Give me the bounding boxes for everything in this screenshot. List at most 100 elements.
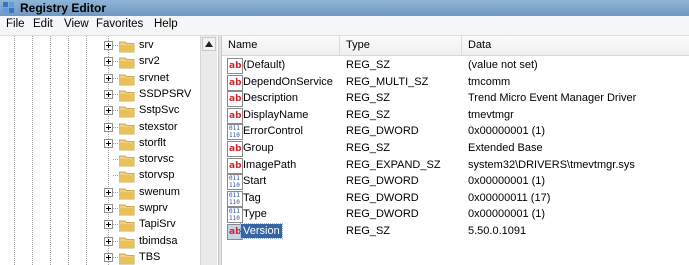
column-data[interactable]: Data [462,36,689,55]
values-list[interactable]: Name Type Data ab (Default) REG_SZ (value n… [222,36,689,265]
tree-item-label: srv2 [139,55,160,68]
value-row[interactable]: ab Description REG_SZ Trend Micro Event Man… [222,90,689,108]
value-type: REG_SZ [346,59,391,71]
expand-icon[interactable] [104,220,113,230]
tree-item-label: tbimdsa [139,234,178,247]
string-value-icon: ab [227,157,243,174]
tree-item-label: storvsc [139,153,174,166]
folder-icon [119,188,135,200]
menu-edit[interactable]: Edit [33,18,53,30]
key-tree[interactable]: srv srv2 srvnet SSDPSRV SstpSvc stexstor storf… [0,36,218,265]
tree-item-label: swprv [139,202,168,214]
folder-icon [119,253,135,265]
folder-icon [119,171,135,183]
value-row[interactable]: ab (Default) REG_SZ (value not set) [222,57,689,75]
expand-icon[interactable] [104,204,113,213]
tree-item-label: SSDPSRV [139,87,192,100]
value-name: Description [243,92,299,105]
binary-value-icon: 011 110 [227,124,243,141]
value-data: 0x00000011 (17) [468,191,551,204]
value-row[interactable]: 011 110 Start REG_DWORD 0x00000001 (1) [222,173,689,191]
expand-icon[interactable] [104,252,113,262]
value-name: Version [240,223,283,239]
string-value-icon: ab [227,107,243,124]
tree-item[interactable]: TBS [0,249,200,265]
value-type: REG_SZ [346,142,391,154]
value-row[interactable]: ab Group REG_SZ Extended Base [222,140,689,158]
column-type[interactable]: Type [340,36,462,55]
value-row[interactable]: 011 110 Tag REG_DWORD 0x00000011 (17) [222,190,689,208]
expand-icon[interactable] [104,187,113,197]
value-data: Trend Micro Event Manager Driver [468,92,637,105]
string-value-icon: ab [227,91,243,108]
binary-value-icon: 011 110 [227,174,243,191]
tree-item-label: SstpSvc [139,104,180,117]
menu-bar: File Edit View Favorites Help [0,16,689,36]
value-row[interactable]: ab DisplayName REG_SZ tmevtmgr [222,107,689,125]
folder-icon [119,106,135,118]
value-row[interactable]: ab Version REG_SZ 5.50.0.1091 [222,223,689,241]
binary-value-icon: 011 110 [227,190,243,207]
expand-icon[interactable] [104,122,113,132]
expand-icon[interactable] [104,236,113,246]
folder-icon [119,90,135,102]
registry-editor-icon [3,2,14,13]
value-name: Tag [243,191,261,204]
value-data: Extended Base [468,142,543,154]
expand-icon[interactable] [104,41,113,50]
title-bar[interactable]: Registry Editor [0,0,689,16]
value-name: Group [243,142,274,154]
folder-icon [119,74,135,85]
value-name: DisplayName [243,108,309,121]
value-type: REG_SZ [346,225,391,237]
folder-icon [119,204,135,216]
menu-file[interactable]: File [6,18,25,30]
value-name: ErrorControl [243,125,303,138]
value-data: 0x00000001 (1) [468,175,546,188]
value-row[interactable]: ab DependOnService REG_MULTI_SZ tmcomm [222,74,689,92]
expand-icon[interactable] [104,57,113,67]
value-name: DependOnService [243,75,333,88]
value-row[interactable]: 011 110 Type REG_DWORD 0x00000001 (1) [222,206,689,224]
value-type: REG_DWORD [346,208,419,221]
tree-item-label: storflt [139,136,166,149]
value-data: tmevtmgr [468,108,514,121]
expand-icon[interactable] [104,138,113,148]
arrow-up-icon [205,41,213,47]
tree-item-label: srv [139,39,154,51]
folder-icon [119,237,135,248]
expand-icon[interactable] [104,89,113,99]
tree-item-label: storvsp [139,169,175,182]
value-data: system32\DRIVERS\tmevtmgr.sys [468,158,635,171]
value-type: REG_DWORD [346,191,419,204]
menu-help[interactable]: Help [154,18,178,30]
folder-icon [119,41,135,53]
scroll-up-button[interactable] [202,37,216,51]
value-name: ImagePath [243,158,297,171]
value-row[interactable]: ab ImagePath REG_EXPAND_SZ system32\DRIVERS… [222,157,689,175]
tree-item-label: swenum [139,185,180,198]
expand-icon[interactable] [104,106,113,116]
window-title: Registry Editor [20,1,107,15]
column-name[interactable]: Name [222,36,340,55]
menu-favorites[interactable]: Favorites [96,18,143,30]
value-data: 0x00000001 (1) [468,208,546,221]
value-data: (value not set) [468,59,538,71]
value-row[interactable]: 011 110 ErrorControl REG_DWORD 0x00000001 (1… [222,123,689,141]
tree-item-label: srvnet [139,71,169,84]
folder-icon [119,123,135,134]
menu-view[interactable]: View [64,18,89,30]
string-value-icon: ab [227,58,243,74]
string-value-icon: ab [227,141,243,157]
value-name: Type [243,208,267,221]
tree-scrollbar[interactable] [200,36,217,265]
binary-value-icon: 011 110 [227,207,243,224]
tree-item-label: TBS [139,250,161,263]
value-name: Start [243,175,267,188]
folder-icon [119,220,135,232]
tree-item-label: TapiSrv [139,218,176,231]
expand-icon[interactable] [104,73,113,83]
value-type: REG_EXPAND_SZ [346,158,441,171]
value-data: 0x00000001 (1) [468,125,546,138]
value-data: tmcomm [468,75,511,88]
